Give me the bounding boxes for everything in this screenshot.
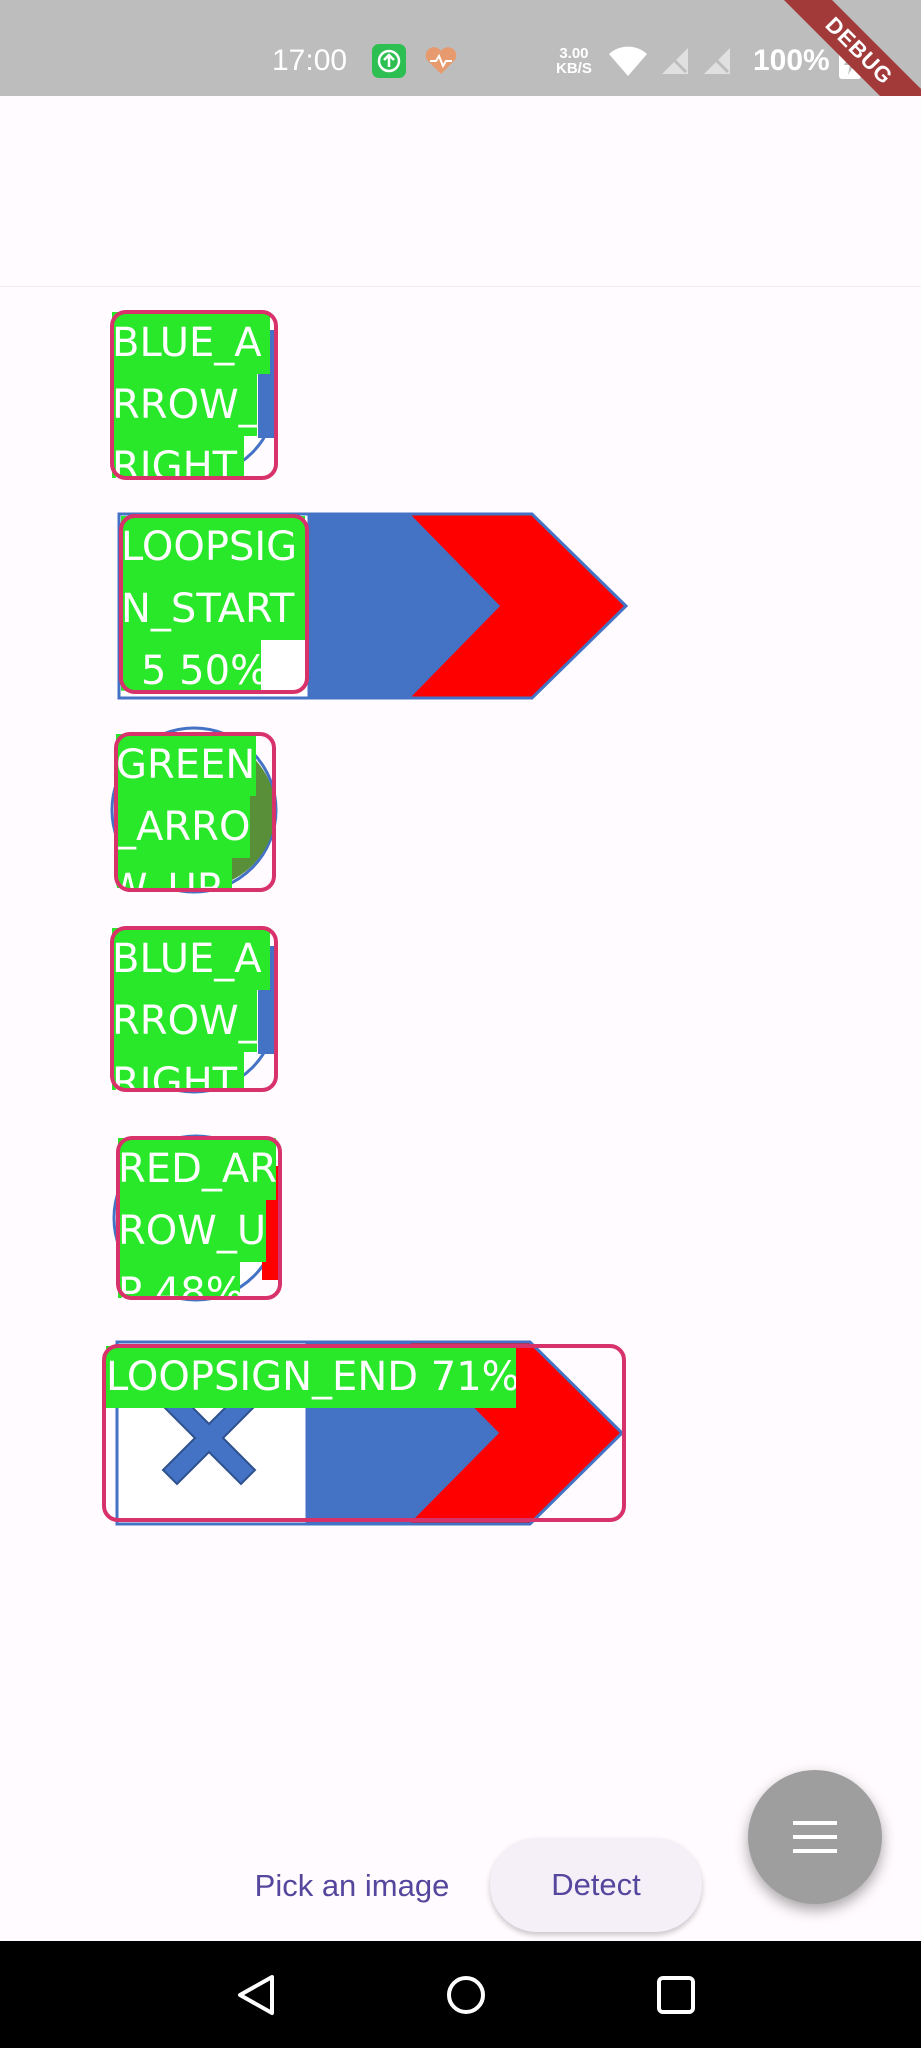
network-speed: 3.00 KB/S	[556, 46, 592, 76]
net-speed-value: 3.00	[559, 45, 589, 62]
detection-1-box	[110, 310, 278, 480]
health-heart-icon	[424, 46, 458, 81]
back-icon[interactable]	[234, 1973, 278, 2022]
detection-2-box	[119, 514, 309, 694]
detect-button[interactable]: Detect	[490, 1838, 702, 1932]
battery-percent: 100%	[753, 44, 830, 77]
status-time: 17:00	[272, 44, 348, 77]
app-bar	[0, 96, 921, 286]
no-signal-sim1-icon	[660, 46, 690, 81]
detection-4-box	[110, 926, 278, 1092]
home-icon[interactable]	[444, 1973, 488, 2022]
upload-notification-icon	[372, 44, 406, 83]
detection-6-box	[102, 1344, 626, 1522]
status-bar: 17:00 3.00 KB/S 100%	[0, 0, 921, 96]
menu-icon	[793, 1817, 837, 1862]
detection-3-box	[114, 732, 276, 892]
pick-image-button[interactable]: Pick an image	[230, 1838, 474, 1934]
system-nav-bar	[0, 1941, 921, 2048]
recents-icon[interactable]	[654, 1973, 698, 2022]
menu-fab-button[interactable]	[748, 1770, 882, 1904]
wifi-icon	[608, 44, 648, 83]
no-signal-sim2-icon	[702, 46, 732, 81]
detection-5-box	[116, 1136, 282, 1300]
net-speed-unit: KB/S	[556, 60, 592, 77]
